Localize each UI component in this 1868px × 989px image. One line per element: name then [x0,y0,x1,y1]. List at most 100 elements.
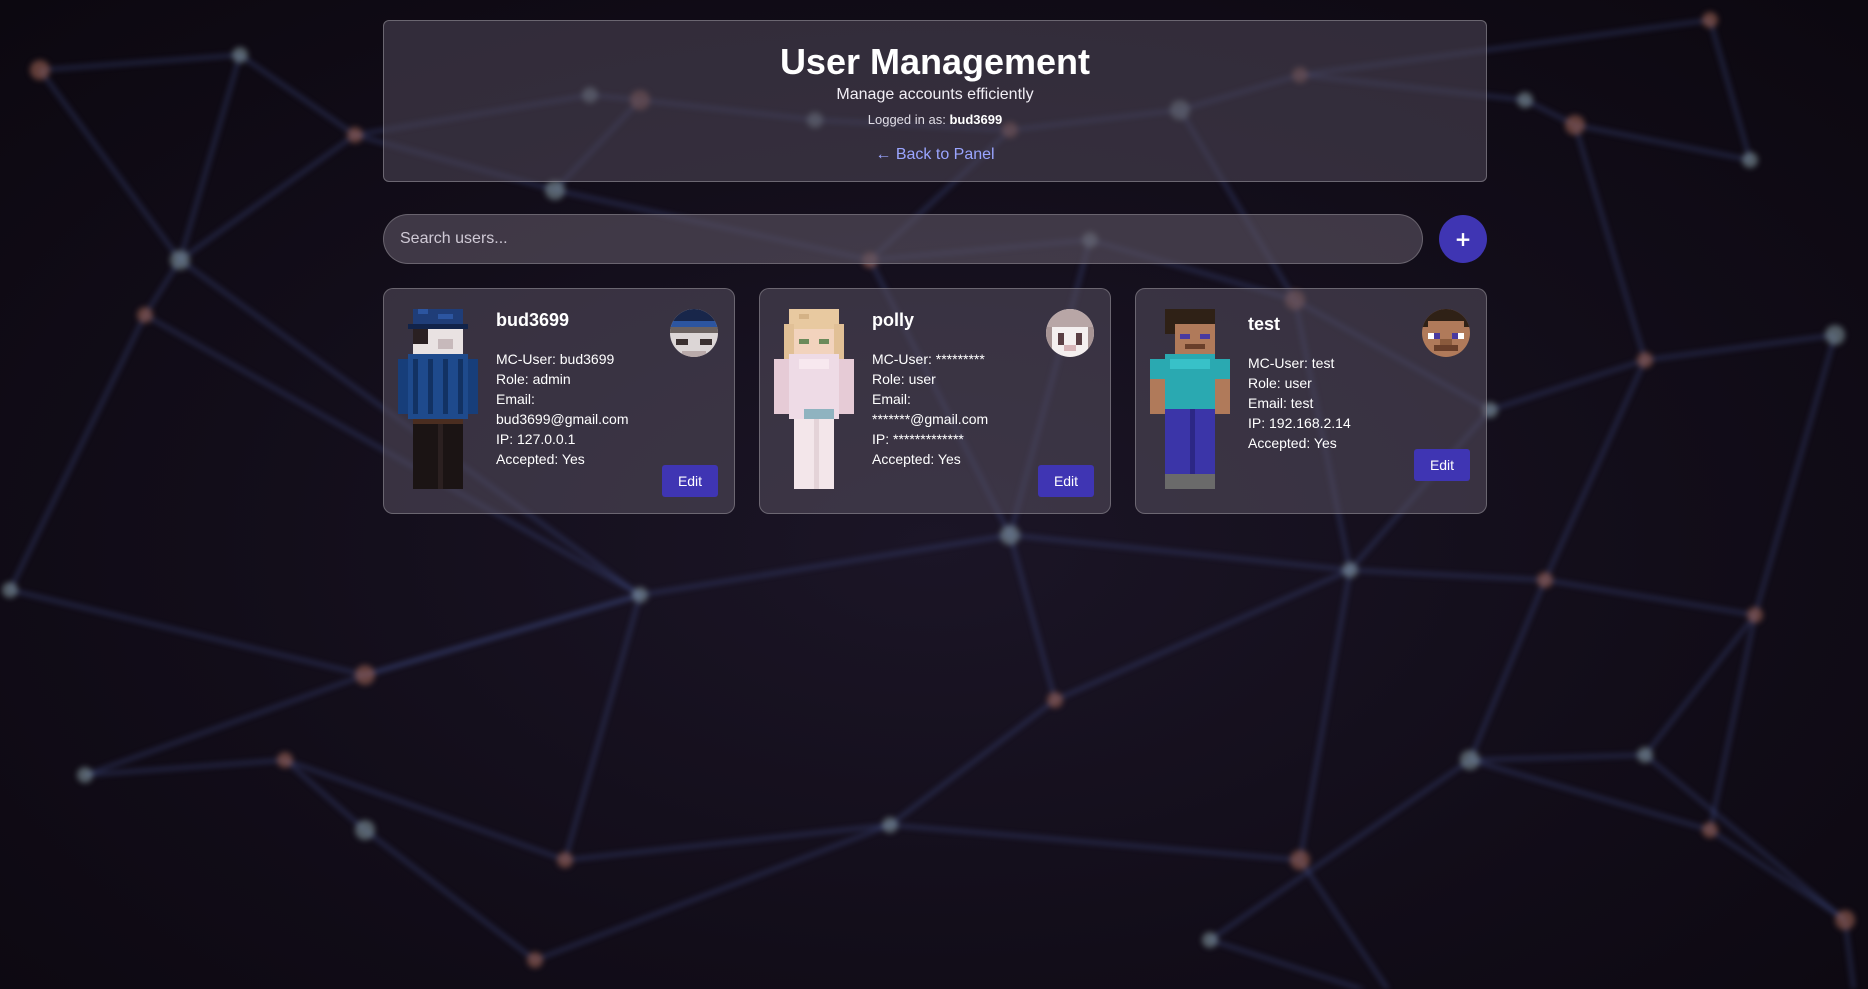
network-line [1708,614,1757,831]
user-email-label: Email: [496,391,535,407]
network-line [1009,533,1351,572]
network-line [179,133,356,262]
user-mc-user: MC-User: bud3699 [496,351,615,367]
edit-user-button[interactable]: Edit [662,465,718,497]
player-head-avatar [670,309,718,357]
logged-in-status: Logged in as: bud3699 [384,111,1486,129]
network-node [632,587,648,603]
network-node [277,752,293,768]
user-mc-user: MC-User: ********* [872,351,985,367]
network-line [889,698,1056,827]
network-node [347,127,363,143]
network-node [1290,850,1310,870]
network-line [284,758,366,832]
network-line [1544,578,1756,617]
network-node [527,952,543,968]
network-node [355,820,375,840]
network-line [1574,123,1751,162]
back-to-panel-link[interactable]: ← Back to Panel [875,145,994,165]
network-node [30,60,50,80]
user-info: polly MC-User: ********* Role: user Emai… [872,309,1022,469]
network-node [1202,932,1218,948]
network-line [563,594,642,861]
user-name: bud3699 [496,310,570,330]
network-node [355,665,375,685]
search-input[interactable] [383,214,1423,264]
user-info: bud3699 MC-User: bud3699 Role: admin Ema… [496,309,646,469]
network-line [84,758,286,777]
network-line [364,593,641,677]
main-container: User Management Manage accounts efficien… [383,20,1487,514]
network-line [1008,534,1057,701]
player-head-avatar [1046,309,1094,357]
add-user-button[interactable]: + [1439,215,1487,263]
network-node [1637,747,1653,763]
network-line [1209,938,1366,989]
user-mc-user: MC-User: test [1248,355,1335,371]
user-role: Role: admin [496,371,571,387]
user-email: *******@gmail.com [872,411,989,427]
user-accepted: Accepted: Yes [872,451,961,467]
network-line [1644,333,1836,362]
header-panel: User Management Manage accounts efficien… [383,20,1487,182]
network-node [1460,750,1480,770]
network-node [77,767,93,783]
user-ip: IP: 192.168.2.14 [1248,415,1351,431]
player-skin-image [774,309,854,489]
network-node [1047,692,1063,708]
network-line [639,533,1011,597]
user-role: Role: user [1248,375,1312,391]
network-node [232,47,248,63]
network-node [557,852,573,868]
user-card: polly MC-User: ********* Role: user Emai… [759,288,1111,514]
network-node [1342,562,1358,578]
player-skin-image [1150,309,1230,489]
network-line [889,823,1301,862]
user-ip: IP: ************* [872,431,964,447]
network-node [1835,910,1855,930]
network-line [38,69,182,261]
network-line [1298,859,1390,989]
logged-in-label: Logged in as: [867,112,946,127]
player-skin-image [398,309,478,489]
network-line [1469,758,1711,832]
network-line [1054,568,1351,702]
user-name: polly [872,310,915,330]
user-info: test MC-User: test Role: user Email: tes… [1248,313,1398,453]
network-line [1468,579,1547,761]
edit-user-button[interactable]: Edit [1038,465,1094,497]
network-line [1469,753,1646,762]
user-role: Role: user [872,371,936,387]
network-line [364,828,536,962]
network-line [178,54,242,261]
network-node [1565,115,1585,135]
network-line [1643,614,1757,756]
user-email: Email: test [1248,395,1314,411]
network-node [1825,325,1845,345]
user-email-label: Email: [872,391,911,407]
network-line [1543,359,1647,581]
user-cards: bud3699 MC-User: bud3699 Role: admin Ema… [383,288,1487,514]
user-card: bud3699 MC-User: bud3699 Role: admin Ema… [383,288,735,514]
network-node [1747,607,1763,623]
user-name: test [1248,314,1281,334]
network-line [1573,124,1647,361]
network-node [137,307,153,323]
network-line [39,53,241,72]
network-node [1702,822,1718,838]
network-line [8,314,147,591]
network-line [1489,358,1646,412]
network-line [1209,758,1471,942]
network-node [1742,152,1758,168]
edit-user-button[interactable]: Edit [1414,449,1470,481]
network-node [2,582,18,598]
network-line [284,758,566,862]
network-line [1349,568,1546,582]
network-line [9,588,366,677]
page-title: User Management [779,41,1091,82]
network-line [1298,569,1352,861]
network-node [1000,525,1020,545]
logged-in-username: bud3699 [949,112,1003,127]
network-line [239,53,356,137]
user-ip: IP: 127.0.0.1 [496,431,576,447]
